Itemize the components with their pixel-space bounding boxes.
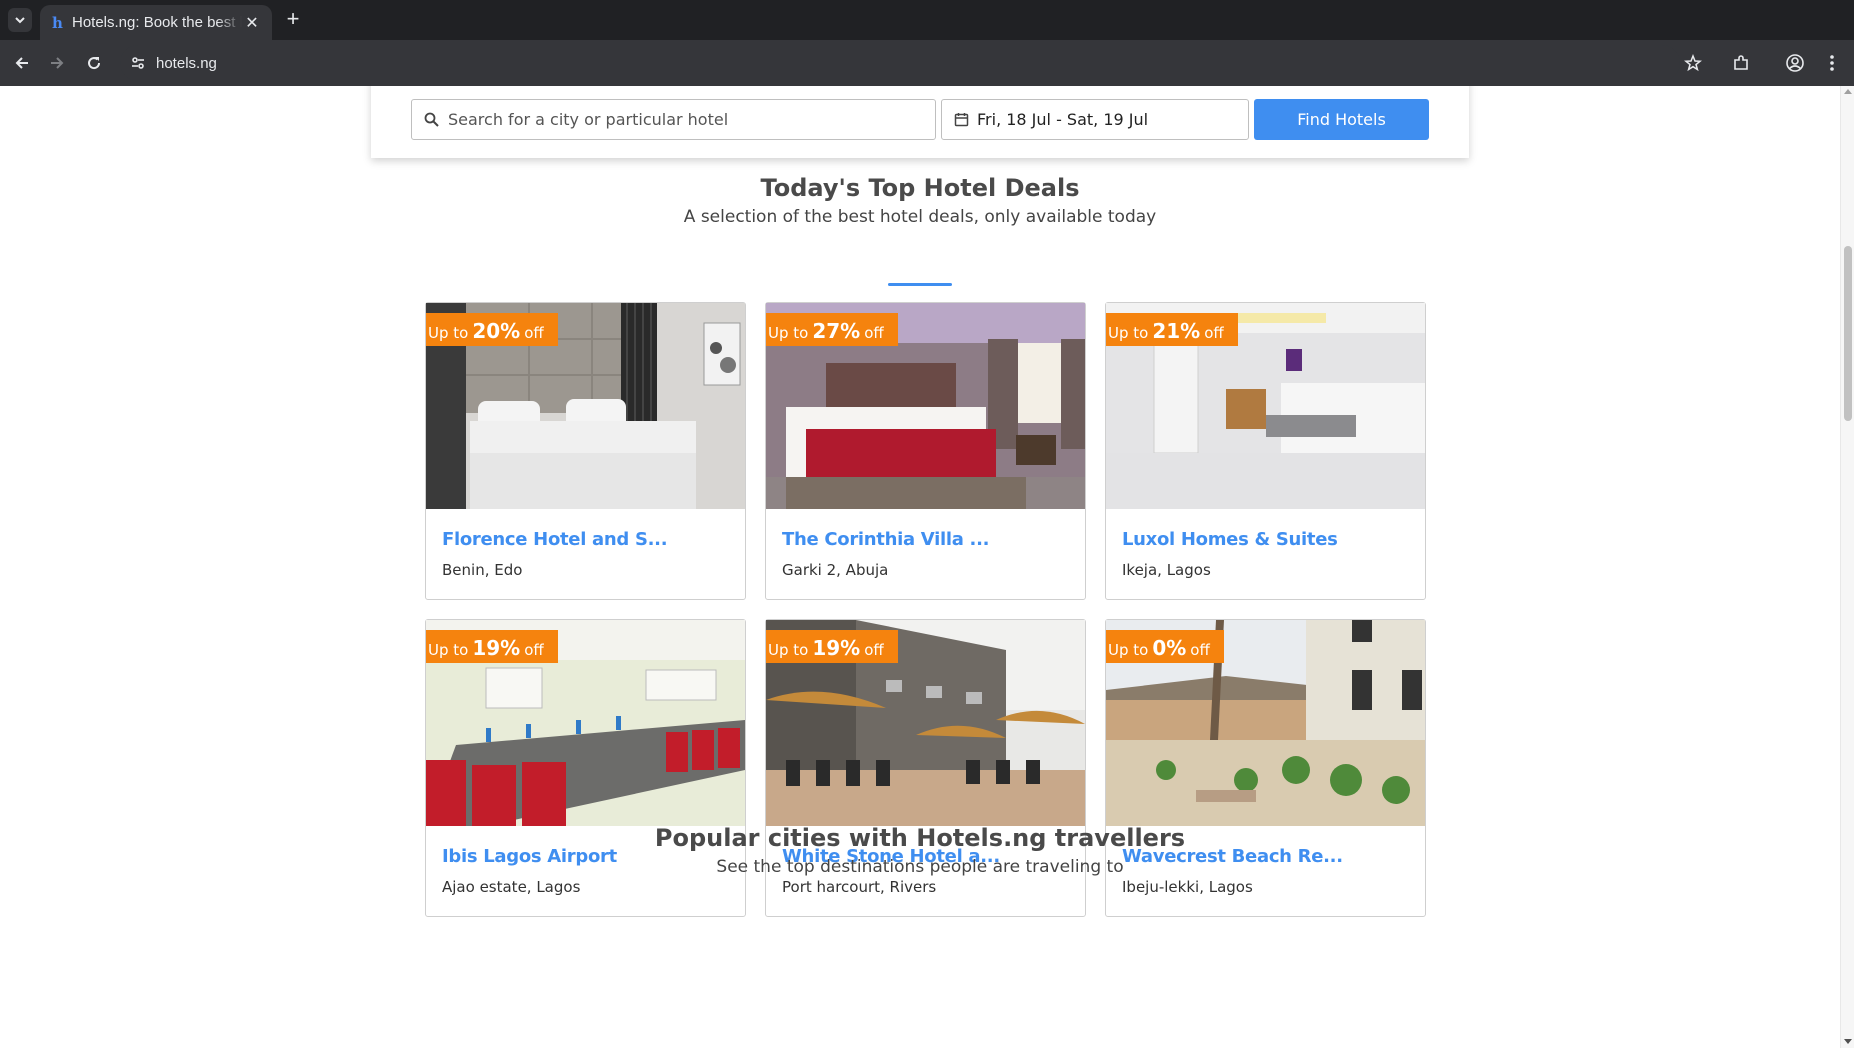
hotel-photo-bedroom-red[interactable]: Up to 27% off [766,303,1085,509]
hotel-location: Ajao estate, Lagos [442,878,581,896]
calendar-icon [954,113,969,127]
hotel-search-panel: Search for a city or particular hotel Fr… [371,86,1469,158]
scroll-up-arrow-icon[interactable] [1844,89,1852,94]
title-underline [888,283,952,286]
discount-ribbon: Up to 19% off [766,630,898,663]
discount-ribbon: Up to 27% off [766,313,898,346]
search-placeholder: Search for a city or particular hotel [448,110,729,129]
close-tab-icon[interactable]: ✕ [242,13,262,33]
hotel-photo-patio-umbrellas[interactable]: Up to 19% off [766,620,1085,826]
discount-value: 0% [1152,636,1187,660]
date-range-value: Fri, 18 Jul - Sat, 19 Jul [977,110,1149,129]
hotel-location: Garki 2, Abuja [782,561,889,579]
hotel-location: Port harcourt, Rivers [782,878,937,896]
tab-list-icon[interactable] [8,8,32,32]
menu-icon[interactable] [1820,51,1844,75]
bookmark-star-icon[interactable] [1681,51,1705,75]
url-text: hotels.ng [156,54,217,72]
hotel-photo-conference-room[interactable]: Up to 19% off [426,620,745,826]
hotel-location: Ibeju-lekki, Lagos [1122,878,1253,896]
back-icon[interactable] [8,49,36,77]
hotel-name-link[interactable]: The Corinthia Villa ... [782,529,989,550]
discount-ribbon: Up to 21% off [1106,313,1238,346]
hotel-location: Benin, Edo [442,561,523,579]
new-tab-icon[interactable]: + [281,8,305,32]
hotel-location: Ikeja, Lagos [1122,561,1211,579]
extensions-icon[interactable] [1729,51,1753,75]
popular-cities-title: Popular cities with Hotels.ng travellers [654,824,1186,852]
hotel-card[interactable]: Up to 27% off The Corinthia Villa ... Gark… [765,302,1086,600]
search-icon [424,112,439,127]
search-input[interactable]: Search for a city or particular hotel [411,99,936,140]
browser-toolbar: hotels.ng [0,40,1854,86]
hotel-card[interactable]: Up to 21% off Luxol Homes & Suites Ikeja, … [1105,302,1426,600]
deals-title: Today's Top Hotel Deals [760,174,1080,202]
page-scrollbar[interactable] [1840,86,1854,1048]
discount-value: 27% [812,319,861,343]
date-range-picker[interactable]: Fri, 18 Jul - Sat, 19 Jul [941,99,1249,140]
hotel-card[interactable]: Up to 20% off Florence Hotel and S... Beni… [425,302,746,600]
address-bar[interactable]: hotels.ng [120,45,1680,81]
discount-value: 19% [812,636,861,660]
hotel-name-link[interactable]: Luxol Homes & Suites [1122,529,1338,550]
discount-value: 19% [472,636,521,660]
browser-tab-active[interactable]: h Hotels.ng: Book the best hotels ✕ [40,5,272,40]
tab-title: Hotels.ng: Book the best hotels [72,14,242,31]
popular-cities-subtitle: See the top destinations people are trav… [716,857,1124,877]
forward-icon[interactable] [43,49,71,77]
site-settings-icon[interactable] [120,55,156,71]
discount-ribbon: Up to 20% off [426,313,558,346]
hotels-favicon-icon: h [52,13,63,32]
page-viewport: Search for a city or particular hotel Fr… [0,86,1854,1048]
hotel-photo-bedroom-grey[interactable]: Up to 20% off [426,303,745,509]
browser-tab-bar: h Hotels.ng: Book the best hotels ✕ + [0,0,1854,40]
discount-ribbon: Up to 0% off [1106,630,1224,663]
scrollbar-thumb[interactable] [1844,246,1852,421]
discount-value: 21% [1152,319,1201,343]
find-hotels-button[interactable]: Find Hotels [1254,99,1429,140]
reload-icon[interactable] [80,49,108,77]
scroll-down-arrow-icon[interactable] [1844,1039,1852,1044]
hotel-photo-bedroom-marble[interactable]: Up to 21% off [1106,303,1425,509]
discount-value: 20% [472,319,521,343]
deals-subtitle: A selection of the best hotel deals, onl… [683,207,1157,227]
profile-icon[interactable] [1783,51,1807,75]
discount-ribbon: Up to 19% off [426,630,558,663]
hotel-photo-beach-garden[interactable]: Up to 0% off [1106,620,1425,826]
hotel-name-link[interactable]: Florence Hotel and S... [442,529,668,550]
